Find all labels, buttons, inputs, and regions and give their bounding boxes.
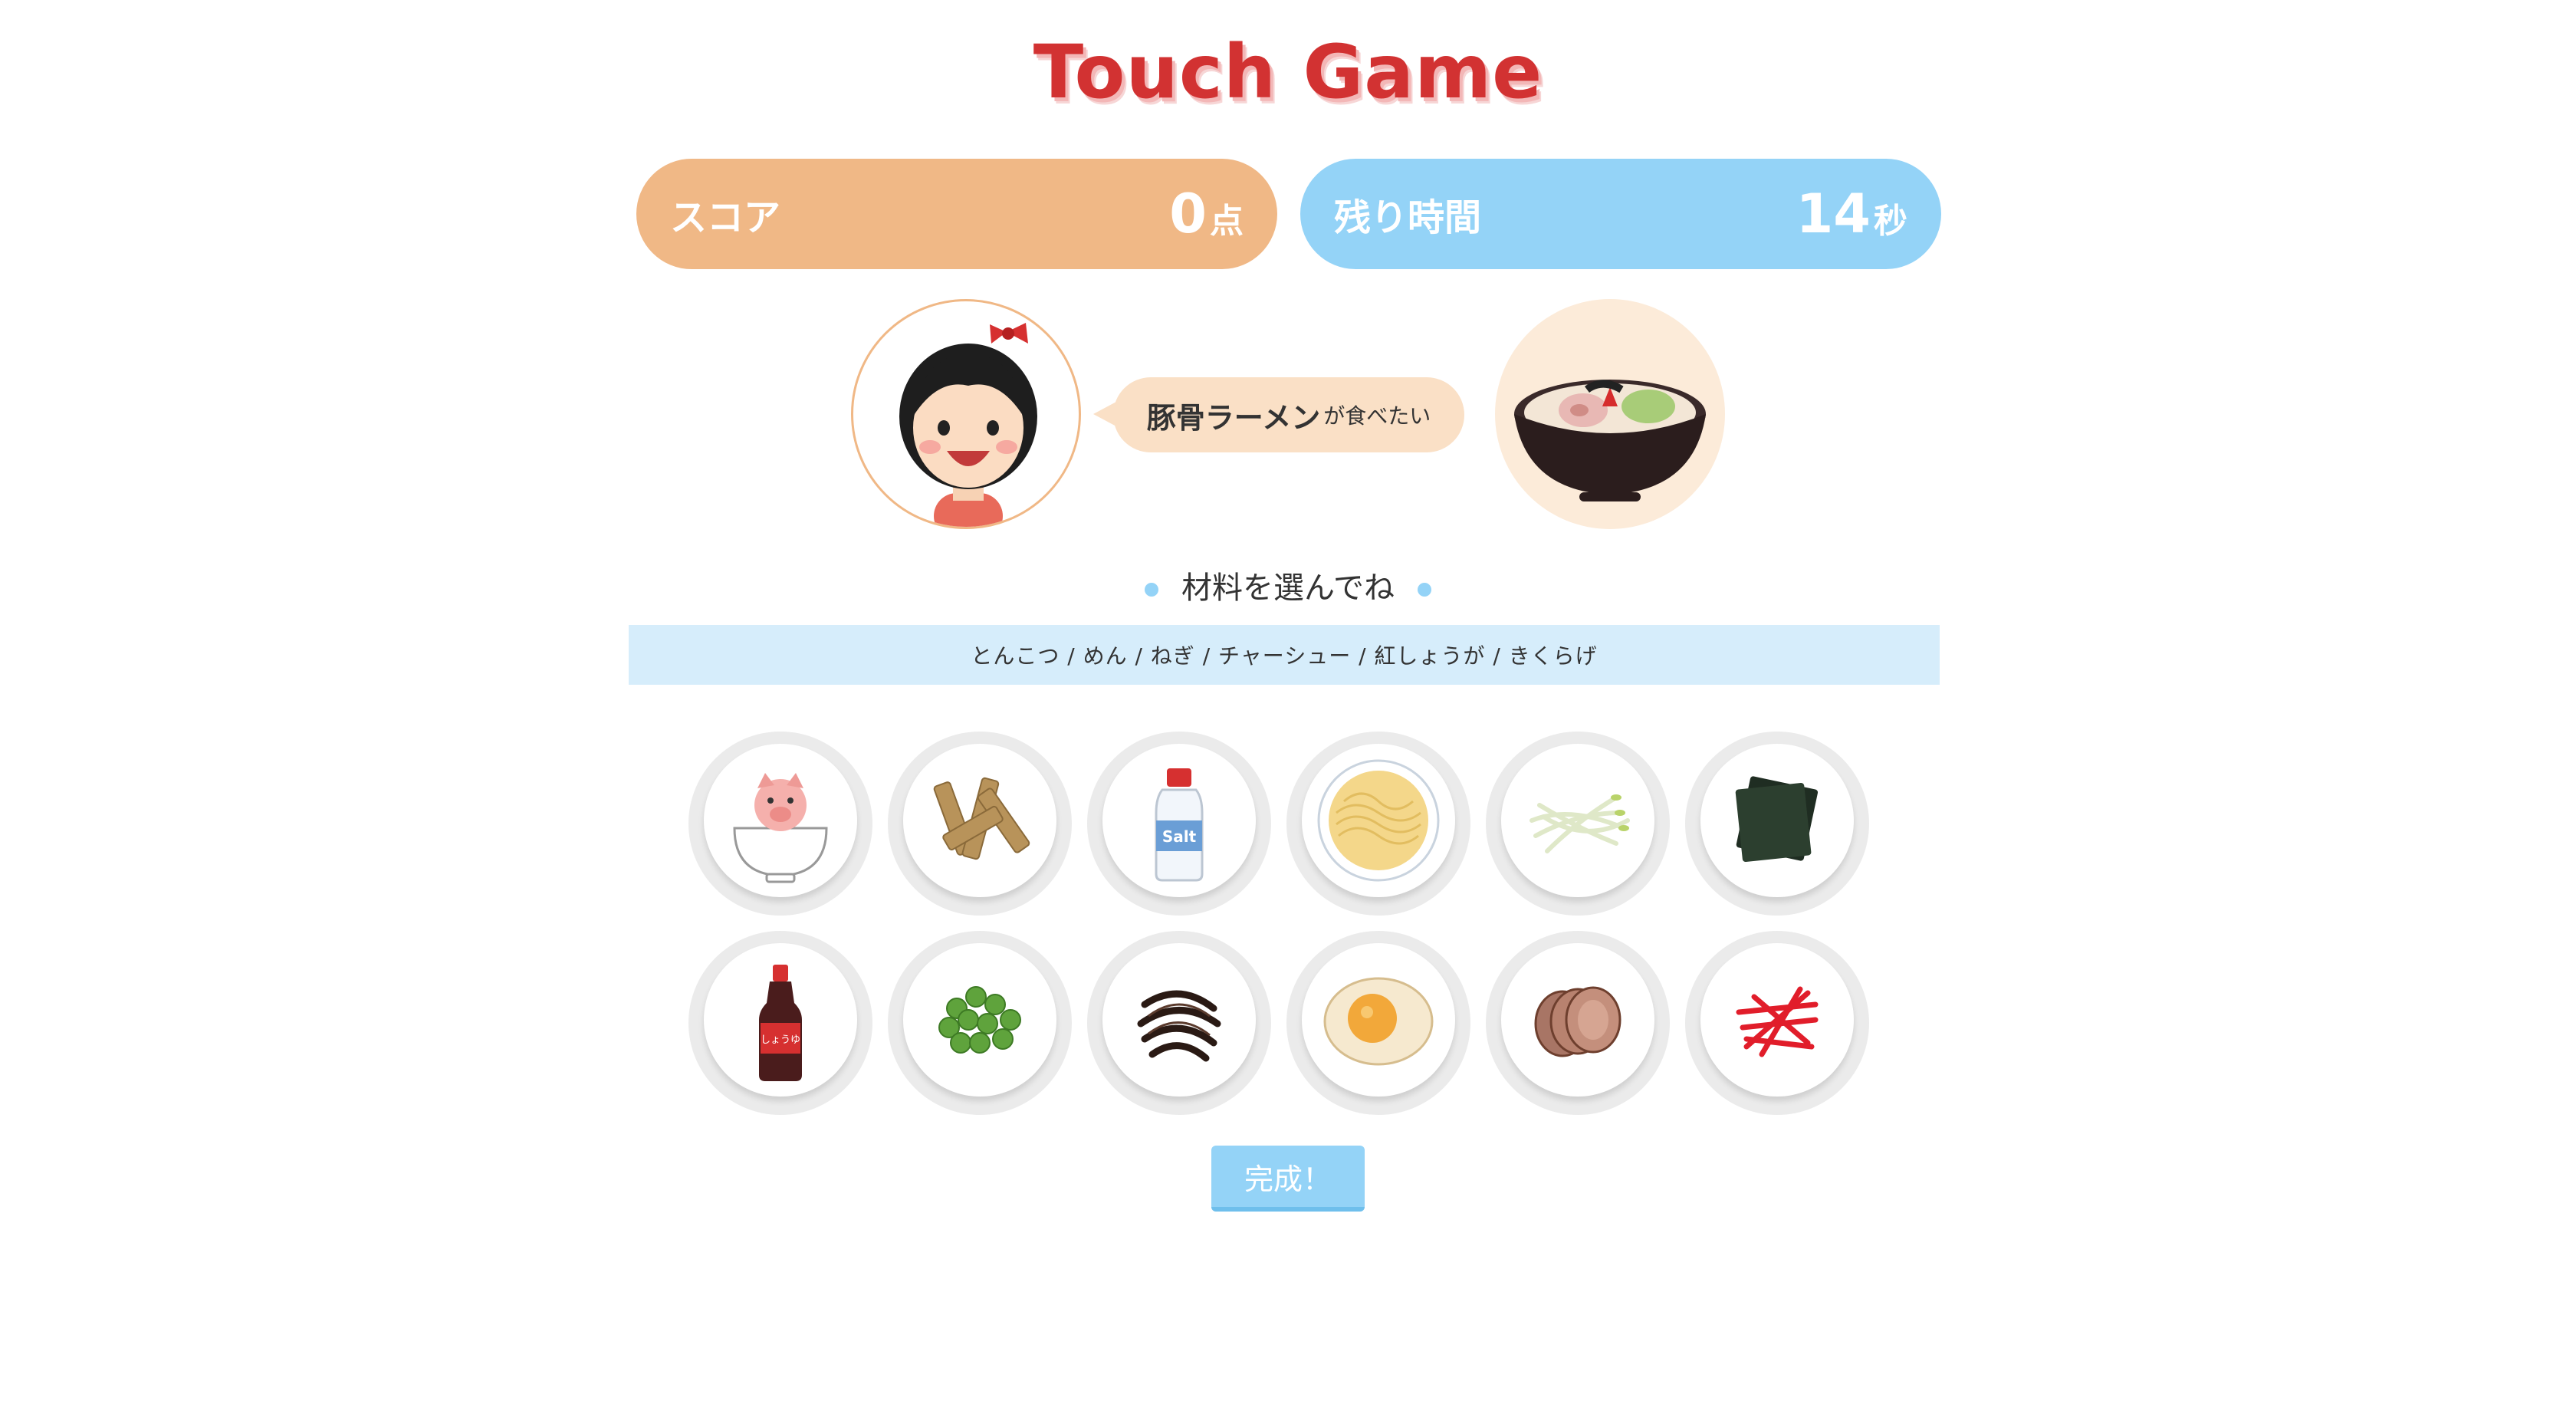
ingredient-plate-1[interactable] [688,732,872,916]
soy-sauce-bottle-icon: しょうゆ [759,965,802,1081]
time-panel: 残り時間 14秒 [1300,159,1941,269]
noodles-icon [1317,759,1440,882]
ingredient-plate-8[interactable] [888,931,1072,1115]
kikurage-icon [1137,990,1221,1062]
time-unit: 秒 [1874,202,1907,241]
pork-bone-bowl-icon [733,773,828,883]
time-readout: 14秒 [1796,182,1907,245]
ingredients-hint: とんこつ / めん / ねぎ / チャーシュー / 紅しょうが / きくらげ [629,625,1940,685]
bean-sprouts-icon [1530,794,1630,853]
salt-label: Salt [1162,827,1197,846]
dot-right-icon [1418,583,1431,597]
time-label: 残り時間 [1334,196,1482,239]
score-readout: 0点 [1169,182,1244,245]
ingredient-plate-5[interactable] [1486,732,1670,916]
green-onion-icon [938,986,1021,1054]
request-bubble: 豚骨ラーメン が食べたい [1093,377,1464,452]
soy-label: しょうゆ [761,1034,800,1046]
ingredient-plate-9[interactable] [1087,931,1271,1115]
score-value: 0 [1169,182,1207,245]
ingredient-plate-11[interactable] [1486,931,1670,1115]
section-heading: 材料を選んでね [0,563,2576,607]
ingredient-plate-10[interactable] [1286,931,1470,1115]
ingredient-plate-4[interactable] [1286,732,1470,916]
ingredient-plate-7[interactable]: しょうゆ [688,931,872,1115]
game-title: Touch Game [1033,29,1543,115]
ingredient-plate-6[interactable] [1685,732,1869,916]
customer-avatar [851,299,1081,529]
ramen-bowl-icon [1514,380,1706,501]
ingredient-plate-3[interactable]: Salt [1087,732,1271,916]
ingredient-plate-12[interactable] [1685,931,1869,1115]
score-unit: 点 [1210,202,1244,241]
ingredient-plate-2[interactable] [888,732,1072,916]
target-dish [1495,299,1725,529]
salt-bottle-icon: Salt [1155,768,1204,882]
menma-icon [933,777,1030,860]
dot-left-icon [1145,583,1158,597]
game-screen: Touch Game スコア 0点 残り時間 14秒 豚骨ラーメン が食べたい … [0,0,2576,1404]
chashu-icon [1534,986,1622,1057]
red-ginger-icon [1736,986,1819,1057]
complete-button[interactable]: 完成！ [1211,1146,1365,1212]
request-dish: 豚骨ラーメン [1146,400,1321,435]
request-suffix: が食べたい [1323,403,1431,429]
time-value: 14 [1796,182,1871,245]
section-label: 材料を選んでね [1181,570,1395,606]
girl-face-icon [899,323,1037,527]
boiled-egg-icon [1323,977,1434,1066]
score-label: スコア [670,196,781,239]
nori-icon [1735,776,1819,863]
score-panel: スコア 0点 [636,159,1277,269]
